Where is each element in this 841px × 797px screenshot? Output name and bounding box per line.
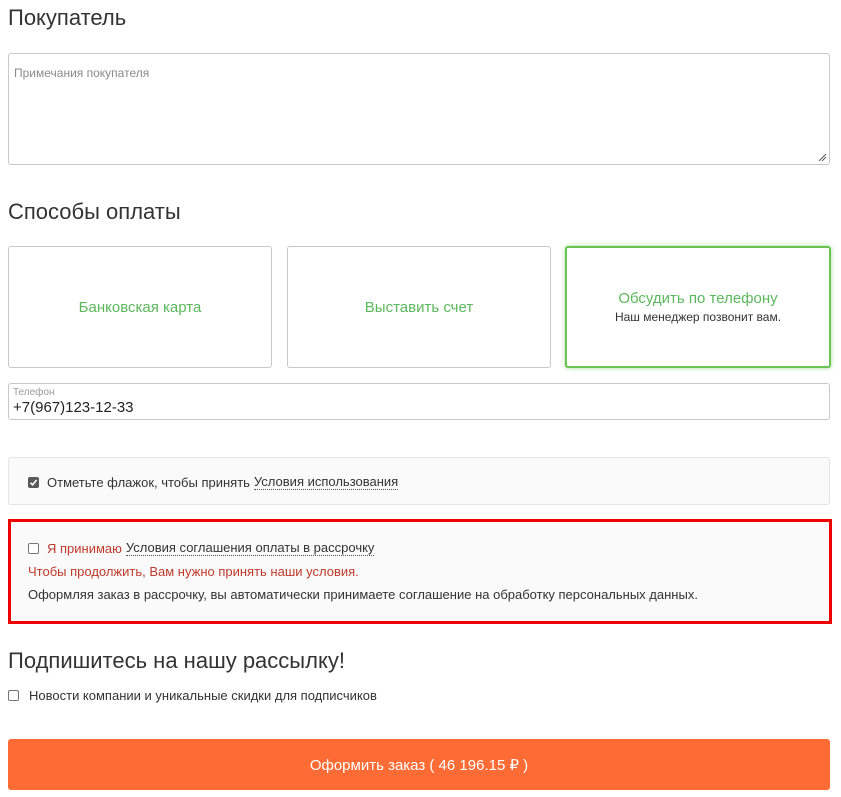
- terms-of-use-box: Отметьте флажок, чтобы принять Условия и…: [8, 457, 830, 505]
- payment-method-phone[interactable]: Обсудить по телефону Наш менеджер позвон…: [565, 246, 831, 368]
- terms-checkbox[interactable]: [28, 477, 39, 489]
- installment-text: Я принимаю: [47, 541, 122, 557]
- installment-info-text: Оформляя заказ в рассрочку, вы автоматич…: [28, 587, 698, 602]
- payment-method-invoice[interactable]: Выставить счет: [287, 246, 551, 368]
- payment-method-label: Обсудить по телефону: [618, 290, 778, 307]
- installment-terms-link[interactable]: Условия соглашения оплаты в рассрочку: [125, 540, 375, 557]
- phone-field[interactable]: Телефон +7(967)123-12-33: [8, 383, 830, 420]
- buyer-section-title: Покупатель: [8, 5, 127, 30]
- newsletter-checkbox[interactable]: [8, 690, 19, 701]
- checkmark-icon: [29, 479, 38, 487]
- buyer-notes-placeholder: Примечания покупателя: [14, 66, 150, 80]
- installment-terms-box: Я принимаю Условия соглашения оплаты в р…: [8, 519, 832, 624]
- newsletter-section-title: Подпишитесь на нашу рассылку!: [8, 648, 345, 673]
- resize-grip-icon[interactable]: [817, 152, 827, 162]
- payment-method-sublabel: Наш менеджер позвонит вам.: [614, 310, 782, 324]
- payment-section-title: Способы оплаты: [8, 199, 181, 224]
- payment-method-label: Выставить счет: [364, 298, 474, 316]
- place-order-button[interactable]: Оформить заказ ( 46 196.15 ₽ ): [8, 739, 830, 790]
- newsletter-label: Новости компании и уникальные скидки для…: [29, 688, 377, 703]
- installment-checkbox[interactable]: [28, 543, 39, 555]
- newsletter-option[interactable]: Новости компании и уникальные скидки для…: [8, 688, 377, 703]
- buyer-notes-textarea[interactable]: Примечания покупателя: [8, 53, 830, 165]
- payment-method-bank-card[interactable]: Банковская карта: [8, 246, 272, 368]
- phone-field-value: +7(967)123-12-33: [13, 399, 134, 416]
- terms-text: Отметьте флажок, чтобы принять: [47, 475, 250, 491]
- terms-of-use-link[interactable]: Условия использования: [253, 474, 399, 491]
- payment-method-label: Банковская карта: [78, 298, 202, 316]
- installment-error-message: Чтобы продолжить, Вам нужно принять наши…: [28, 564, 359, 579]
- phone-field-label: Телефон: [13, 387, 55, 398]
